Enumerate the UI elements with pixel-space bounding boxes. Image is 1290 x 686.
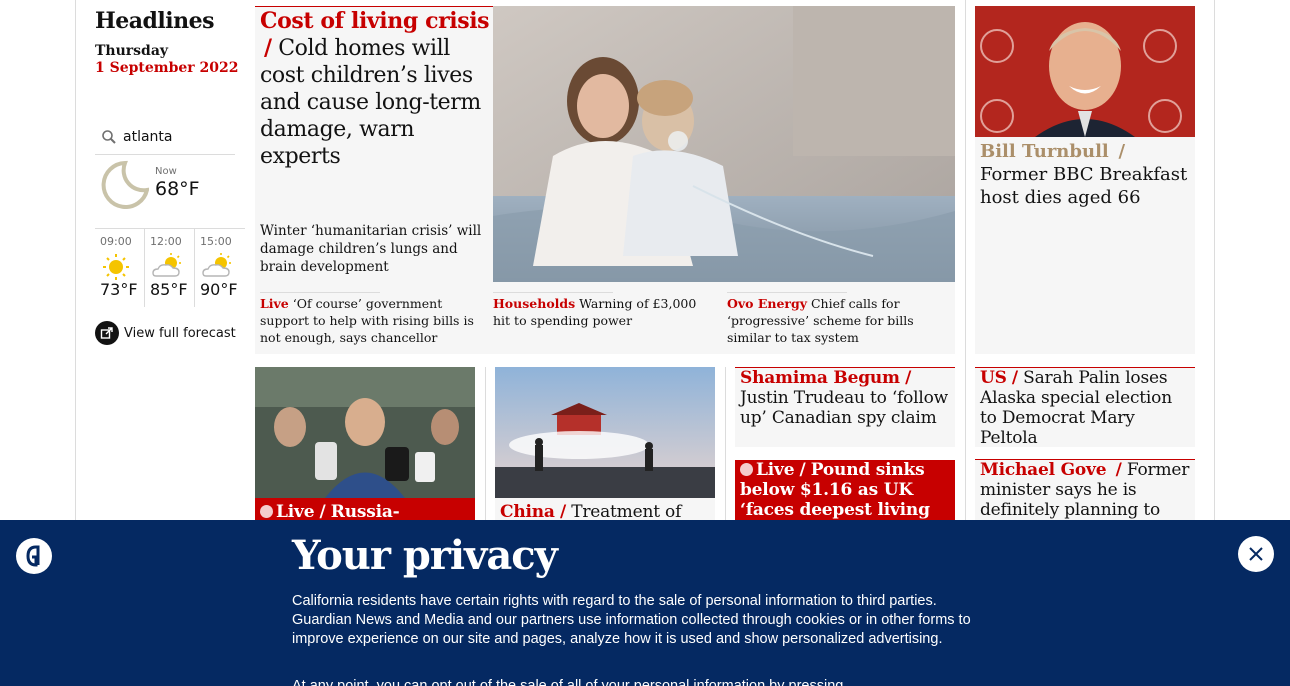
story-text: Justin Trudeau to ‘follow up’ Canadian s…	[740, 388, 949, 428]
feature-sublink[interactable]: Ovo Energy Chief calls for ‘progressive’…	[727, 295, 949, 346]
side-story-headline[interactable]: Bill Turnbull / Former BBC Breakfast hos…	[980, 140, 1192, 209]
view-forecast-link[interactable]: View full forecast	[95, 321, 236, 345]
column-divider	[965, 0, 966, 520]
feature-headline-text[interactable]: Cold homes will cost children’s lives an…	[260, 36, 481, 169]
view-forecast-label: View full forecast	[124, 325, 236, 341]
story-headline[interactable]: US / Sarah Palin loses Alaska special el…	[980, 368, 1192, 448]
forecast-slot: 12:00 85°F	[145, 229, 195, 307]
sun-cloud-icon	[200, 252, 245, 280]
kicker-separator: /	[1118, 141, 1126, 162]
sublink-kicker: Ovo Energy	[727, 296, 807, 311]
forecast-slot: 09:00 73°F	[95, 229, 145, 307]
close-icon	[1249, 547, 1263, 561]
moon-icon	[101, 160, 149, 209]
privacy-title: Your privacy	[292, 532, 558, 579]
weather-location-search[interactable]: atlanta	[95, 120, 235, 155]
story-card[interactable]	[495, 367, 715, 520]
kicker-separator: /	[1011, 368, 1018, 388]
privacy-banner: Your privacy California residents have c…	[0, 520, 1290, 686]
weather-now-temp: 68°F	[155, 178, 200, 200]
sun-cloud-icon	[150, 252, 194, 280]
weather-location-input[interactable]: atlanta	[123, 129, 172, 145]
side-story-text: Former BBC Breakfast host dies aged 66	[980, 164, 1188, 208]
side-story-kicker: Bill Turnbull	[980, 141, 1109, 162]
feature-image[interactable]	[493, 6, 955, 282]
feature-sublink[interactable]: Households Warning of £3,000 hit to spen…	[493, 295, 715, 329]
story-kicker: Shamima Begum	[740, 368, 900, 388]
forecast-time: 09:00	[100, 235, 132, 248]
live-dot-icon	[260, 505, 273, 518]
story-text: Treatment of	[571, 502, 682, 522]
sublink-rule	[727, 292, 847, 293]
story-card[interactable]	[255, 367, 475, 520]
forecast-temp: 85°F	[150, 280, 188, 299]
close-button[interactable]	[1238, 536, 1274, 572]
story-image	[255, 367, 475, 498]
sun-icon	[100, 252, 144, 280]
forecast-temp: 90°F	[200, 280, 238, 299]
feature-kicker[interactable]: Cost of living crisis	[260, 8, 490, 34]
privacy-body-continued: At any point, you can opt out of the sal…	[292, 678, 844, 686]
privacy-body: California residents have certain rights…	[292, 593, 971, 647]
external-link-icon	[95, 321, 119, 345]
forecast-temp: 73°F	[100, 280, 138, 299]
story-text: Russia-	[330, 502, 400, 522]
kicker-separator: /	[319, 502, 326, 522]
story-kicker: China	[500, 502, 555, 522]
date-day: Thursday	[95, 43, 169, 59]
sublink-rule	[260, 292, 380, 293]
forecast-slot: 15:00 90°F	[195, 229, 245, 307]
column-divider	[485, 367, 486, 520]
sublink-kicker: Live	[260, 296, 289, 311]
weather-now-label: Now	[155, 166, 177, 177]
kicker-separator: /	[905, 368, 912, 388]
kicker-separator: /	[264, 35, 272, 61]
sublink-kicker: Households	[493, 296, 576, 311]
feature-headline[interactable]: Cost of living crisis / Cold homes will …	[260, 8, 490, 170]
feature-standfirst: Winter ‘humanitarian crisis’ will damage…	[260, 223, 482, 275]
story-headline[interactable]: China / Treatment of	[500, 502, 712, 522]
search-icon	[95, 129, 123, 145]
kicker-separator: /	[799, 460, 806, 480]
sublink-text: ‘Of course’ government support to help w…	[260, 296, 474, 345]
feature-sublink[interactable]: Live ‘Of course’ government support to h…	[260, 295, 482, 346]
story-kicker: Live	[276, 502, 315, 522]
section-title[interactable]: Headlines	[95, 8, 215, 34]
column-divider	[725, 367, 726, 520]
guardian-logo-icon	[16, 538, 52, 574]
forecast-time: 12:00	[150, 235, 182, 248]
kicker-separator: /	[1115, 460, 1122, 480]
story-kicker: US	[980, 368, 1007, 388]
date-full: 1 September 2022	[95, 60, 239, 76]
live-dot-icon	[740, 463, 753, 476]
weather-now: Now 68°F	[95, 160, 235, 226]
story-headline[interactable]: Shamima Begum / Justin Trudeau to ‘follo…	[740, 368, 952, 428]
story-kicker: Live	[756, 460, 795, 480]
kicker-separator: /	[559, 502, 566, 522]
story-kicker: Michael Gove	[980, 460, 1107, 480]
story-text: Sarah Palin loses Alaska special electio…	[980, 368, 1172, 448]
forecast-time: 15:00	[200, 235, 232, 248]
story-image	[495, 367, 715, 498]
sublink-rule	[493, 292, 613, 293]
weather-forecast: 09:00 73°F 12:00 85°F 15:00 90°F	[95, 228, 245, 307]
story-headline[interactable]: Live / Russia-	[260, 502, 472, 522]
side-story-image[interactable]	[975, 6, 1195, 137]
